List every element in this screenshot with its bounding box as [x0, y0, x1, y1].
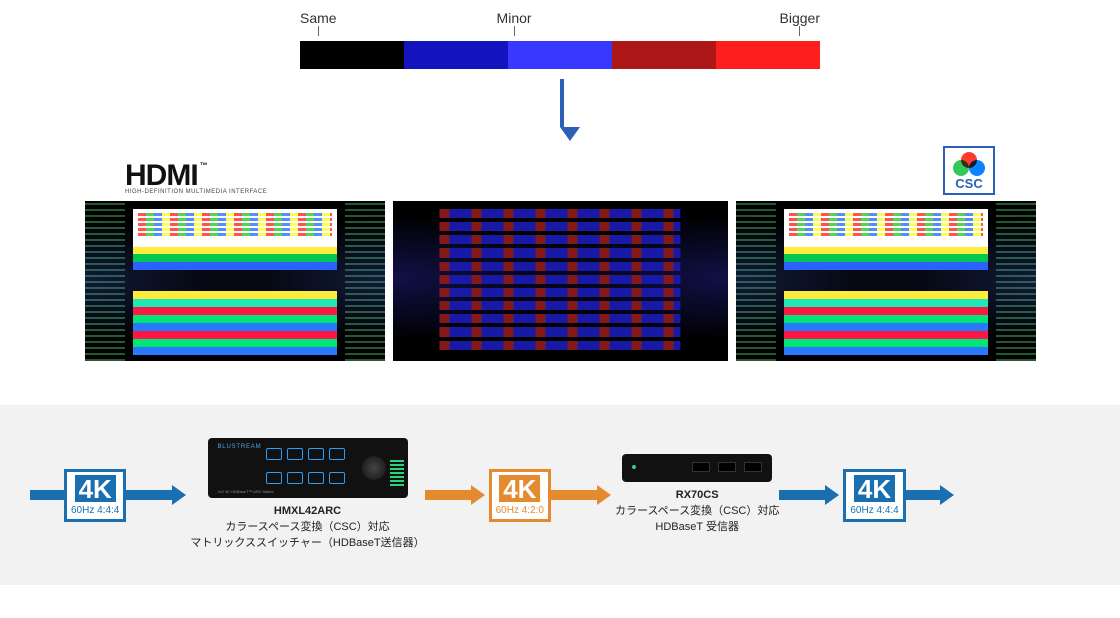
panel-bands	[133, 247, 337, 270]
matrix-model: HMXL42ARC	[274, 505, 341, 517]
label-same: Same	[300, 10, 337, 38]
label-minor: Minor	[497, 10, 532, 38]
panel-bands	[784, 247, 988, 270]
volume-knob-icon	[362, 456, 386, 480]
rx-model: RX70CS	[676, 489, 719, 501]
label-bigger: Bigger	[780, 10, 820, 38]
screen-hdmi	[85, 201, 385, 361]
hdmi-logo: HDMI™ HIGH-DEFINITION MULTIMEDIA INTERFA…	[125, 159, 267, 195]
badge-4k-mid: 4K 60Hz 4:2:0	[489, 469, 551, 522]
comparison-screens	[80, 201, 1040, 361]
screen-difference	[393, 201, 728, 361]
colorbar-seg-2	[508, 41, 612, 69]
signal-flow-diagram: 4K 60Hz 4:4:4 BLUSTREAM 4x2 4K HDBaseT™ …	[0, 405, 1120, 585]
colorbar-seg-4	[716, 41, 820, 69]
device-matrix: BLUSTREAM 4x2 4K HDBaseT™ ARC Matrix HMX…	[190, 438, 424, 552]
colorbar-seg-3	[612, 41, 716, 69]
csc-badge: CSC	[943, 146, 995, 195]
device-rx: RX70CS カラースペース変換（CSC）対応 HDBaseT 受信器	[615, 454, 779, 536]
test-stripes	[133, 291, 337, 355]
colorbar-seg-0	[300, 41, 404, 69]
screen-csc	[736, 201, 1036, 361]
difference-color-bar: Same Minor Bigger	[300, 10, 820, 141]
badge-4k-in: 4K 60Hz 4:4:4	[64, 469, 126, 522]
badge-4k-out: 4K 60Hz 4:4:4	[843, 469, 905, 522]
test-stripes	[784, 291, 988, 355]
csc-rings-icon	[953, 152, 985, 176]
colorbar-seg-1	[404, 41, 508, 69]
